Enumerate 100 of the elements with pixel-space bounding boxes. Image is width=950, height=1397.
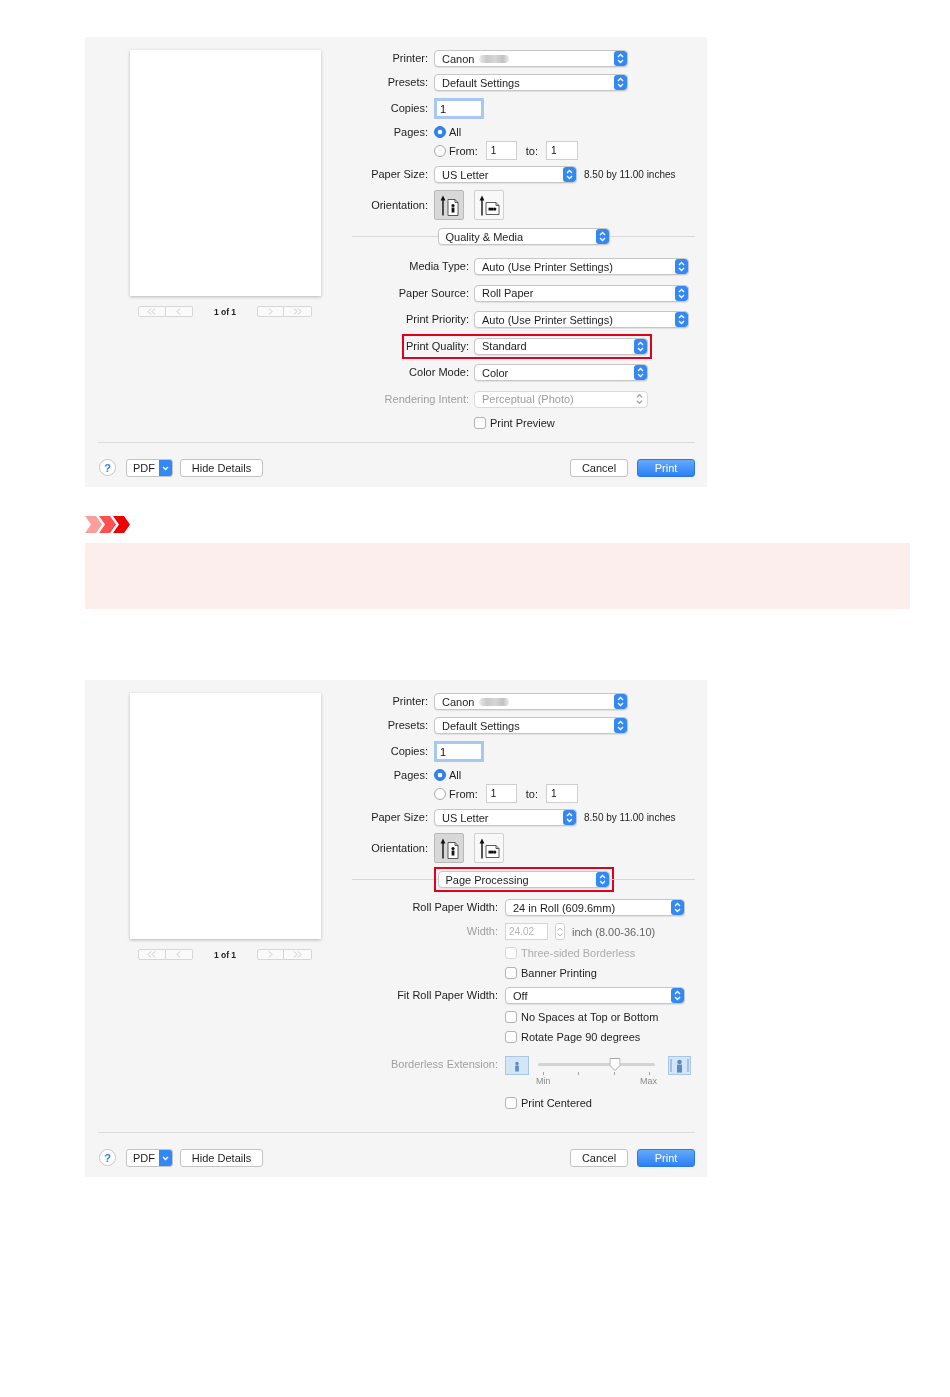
up-down-arrows-icon: [614, 51, 627, 66]
up-down-arrows-icon: [557, 926, 563, 937]
tick-mark: [578, 1072, 580, 1075]
cancel-button[interactable]: Cancel: [570, 1149, 628, 1167]
small-figure-icon: [505, 1056, 529, 1075]
up-down-arrows-icon: [563, 810, 576, 825]
hide-details-button[interactable]: Hide Details: [180, 1149, 263, 1167]
field-label: Copies:: [390, 102, 428, 115]
radio-button[interactable]: [434, 126, 446, 138]
radio-label: All: [449, 126, 462, 138]
radio-label: All: [449, 769, 462, 781]
help-button[interactable]: ?: [99, 1149, 116, 1166]
orientation-button[interactable]: [434, 190, 464, 220]
field-label: Copies:: [390, 745, 428, 758]
chevron-left-icon: [176, 308, 182, 315]
field-label: to:: [525, 787, 538, 800]
up-down-arrows-icon: [595, 229, 609, 244]
orientation-button[interactable]: [474, 190, 504, 220]
slider-max-label: Max: [640, 1076, 657, 1086]
checkbox-label: No Spaces at Top or Bottom: [521, 1011, 659, 1024]
dropdown[interactable]: US Letter: [434, 809, 577, 826]
dropdown[interactable]: Standard: [474, 337, 648, 355]
to-page-input-field[interactable]: 1: [545, 141, 578, 160]
chevron-right-icon: [268, 951, 274, 958]
up-down-arrows-icon: [563, 167, 576, 182]
chevron-right-icon: [268, 308, 274, 315]
help-button[interactable]: ?: [99, 459, 116, 476]
radio-label: From:: [449, 144, 478, 157]
to-page-input-field[interactable]: 1: [545, 784, 578, 803]
checkbox[interactable]: [505, 1011, 517, 1023]
field-label: Orientation:: [371, 841, 428, 855]
field-label: Media Type:: [409, 260, 469, 273]
double-chevron-left-icon: [147, 308, 157, 315]
field-label: Print Quality:: [406, 339, 469, 353]
paper-dimensions-text: 8.50 by 11.00 inches: [584, 169, 676, 180]
large-figure-icon: [668, 1056, 691, 1075]
dropdown[interactable]: 24 in Roll (609.6mm): [505, 899, 685, 916]
panel-dropdown[interactable]: Page Processing: [437, 871, 610, 888]
checkbox-label: Banner Printing: [521, 967, 597, 980]
radio-button[interactable]: [434, 787, 446, 800]
checkbox[interactable]: [505, 967, 517, 979]
field-label: Printer:: [392, 695, 428, 708]
orientation-button[interactable]: [434, 833, 464, 863]
dropdown[interactable]: Off: [505, 987, 685, 1004]
unit-text: inch (8.00-36.10): [572, 925, 656, 938]
field-label: Pages:: [393, 125, 428, 139]
up-down-arrows-icon: [675, 259, 688, 274]
field-label: Color Mode:: [409, 366, 469, 379]
checkbox-label: Three-sided Borderless: [521, 947, 636, 960]
pdf-menu-button[interactable]: PDF: [126, 1149, 173, 1167]
up-down-arrows-icon: [614, 75, 627, 90]
dropdown[interactable]: Canon: [434, 50, 628, 67]
up-down-arrows-icon: [634, 365, 647, 380]
field-label: Orientation:: [371, 198, 428, 212]
tick-mark: [543, 1072, 544, 1075]
checkbox-label: Rotate Page 90 degrees: [521, 1031, 641, 1044]
landscape-page-icon: [478, 837, 500, 859]
dropdown[interactable]: US Letter: [434, 166, 577, 183]
up-down-arrows-icon: [636, 394, 643, 404]
up-down-arrows-icon: [675, 312, 688, 327]
field-label: Roll Paper Width:: [412, 901, 498, 914]
field-label: Paper Source:: [398, 286, 469, 300]
stepper-button[interactable]: [555, 923, 565, 940]
tick-mark: [649, 1072, 650, 1075]
up-down-arrows-icon: [671, 900, 684, 915]
checkbox[interactable]: [505, 1031, 517, 1043]
dropdown[interactable]: Default Settings: [434, 74, 628, 91]
field-label: Fit Roll Paper Width:: [397, 989, 498, 1002]
field-label: Paper Size:: [371, 168, 428, 181]
double-chevron-left-icon: [147, 951, 157, 958]
up-down-arrows-icon: [675, 285, 688, 301]
copies-input-field[interactable]: 1: [434, 741, 484, 762]
dropdown[interactable]: Default Settings: [434, 717, 628, 734]
dropdown[interactable]: Canon: [434, 693, 628, 710]
radio-button[interactable]: [434, 769, 446, 781]
dropdown[interactable]: Auto (Use Printer Settings): [474, 311, 689, 328]
slider-track[interactable]: [538, 1058, 655, 1071]
from-page-input-field[interactable]: 1: [485, 141, 517, 160]
field-label: Presets:: [387, 76, 428, 89]
checkbox[interactable]: [474, 417, 486, 429]
landscape-page-icon: [478, 194, 500, 216]
page-counter: 1 of 1: [213, 306, 237, 317]
from-page-input-field[interactable]: 1: [485, 784, 517, 803]
up-down-arrows-icon: [614, 718, 627, 733]
dropdown[interactable]: Roll Paper: [474, 284, 689, 302]
dropdown[interactable]: Auto (Use Printer Settings): [474, 258, 689, 275]
orientation-button[interactable]: [474, 833, 504, 863]
field-label: Width:: [466, 925, 498, 938]
radio-label: From:: [449, 787, 478, 800]
cancel-button[interactable]: Cancel: [570, 459, 628, 477]
dropdown[interactable]: Color: [474, 364, 648, 381]
hide-details-button[interactable]: Hide Details: [180, 459, 263, 477]
field-label: Print Priority:: [406, 313, 469, 326]
copies-input-field[interactable]: 1: [434, 98, 484, 119]
checkbox[interactable]: [505, 1097, 517, 1109]
pdf-menu-button[interactable]: PDF: [126, 459, 173, 477]
radio-button[interactable]: [434, 144, 446, 157]
panel-dropdown[interactable]: Quality & Media: [437, 228, 610, 245]
caution-chevrons-icon: [85, 516, 131, 533]
page-counter: 1 of 1: [213, 949, 237, 960]
